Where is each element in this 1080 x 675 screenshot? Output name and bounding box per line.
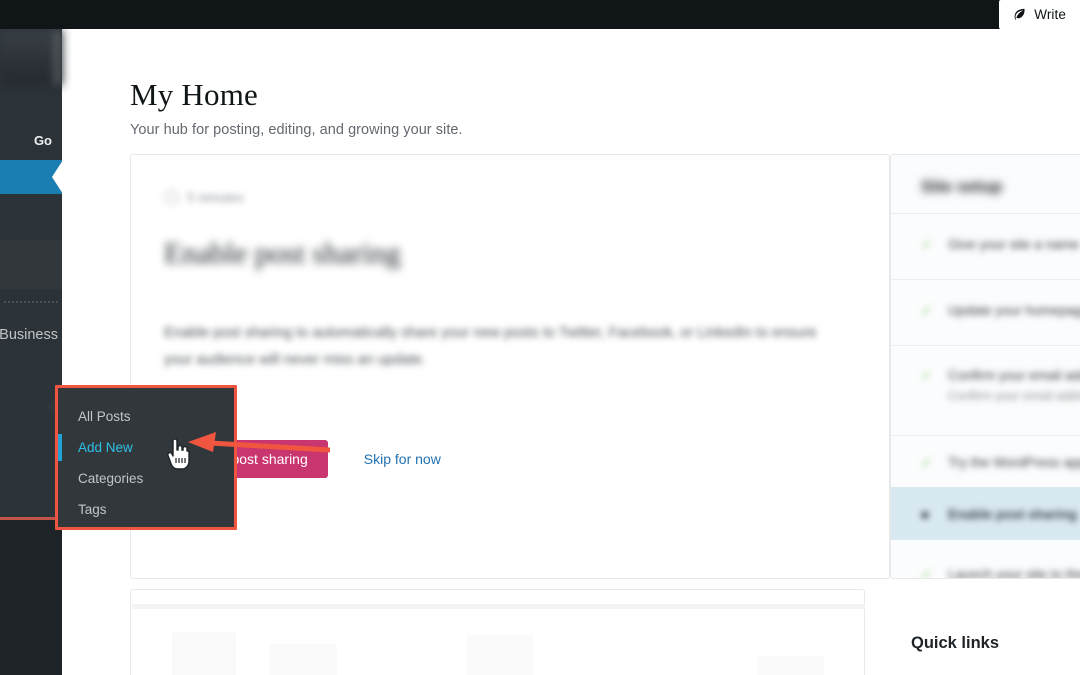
site-setup-item-sub: Confirm your email address	[948, 389, 1080, 403]
sidebar-group-2[interactable]	[0, 240, 62, 289]
page-title: My Home	[130, 77, 258, 112]
flyout-item-tags[interactable]: Tags	[58, 494, 234, 525]
site-setup-item-current[interactable]: ■ Enable post sharing	[921, 507, 1077, 522]
site-setup-item-label: Update your homepage	[948, 303, 1080, 318]
check-icon: ✓	[921, 455, 932, 470]
task-duration-label: 5 minutes	[187, 190, 244, 205]
sidebar-active-item[interactable]	[0, 160, 63, 194]
placeholder-block	[758, 656, 824, 675]
task-duration: 5 minutes	[164, 190, 243, 205]
site-setup-panel: Site setup ✓ Give your site a name ✓ Upd…	[890, 154, 1080, 579]
sidebar-plan-label[interactable]: Business	[0, 323, 62, 347]
page-subtitle: Your hub for posting, editing, and growi…	[130, 121, 463, 138]
sidebar-group-1[interactable]	[0, 194, 62, 240]
sidebar-header-edge	[53, 31, 62, 85]
flyout-item-add-new[interactable]: Add New	[58, 432, 234, 463]
site-setup-item[interactable]: ✓ Launch your site to the world	[921, 567, 1080, 579]
flyout-item-categories[interactable]: Categories	[58, 463, 234, 494]
masthead: Write	[0, 0, 1080, 29]
share-icon: ■	[921, 507, 929, 522]
sidebar-item-go[interactable]: Go	[0, 123, 62, 157]
sidebar-plan-text: Business	[0, 327, 58, 343]
write-button-label: Write	[1034, 7, 1066, 22]
site-setup-item-label: Give your site a name	[948, 237, 1080, 252]
flyout-item-label: Add New	[78, 440, 133, 455]
flyout-panel: All Posts Add New Categories Tags	[47, 388, 234, 527]
check-icon: ✓	[921, 368, 932, 383]
check-icon: ✓	[921, 237, 932, 252]
site-setup-item-label: Enable post sharing	[948, 507, 1078, 522]
site-setup-item[interactable]: ✓ Update your homepage	[921, 303, 1080, 318]
admin-sidebar[interactable]: Go Business	[0, 29, 63, 675]
site-setup-item-label: Launch your site to the world	[948, 567, 1080, 579]
main-content: My Home Your hub for posting, editing, a…	[62, 29, 1080, 675]
site-setup-item[interactable]: ✓ Confirm your email address Confirm you…	[921, 368, 1080, 403]
site-setup-title: Site setup	[921, 177, 1003, 196]
site-setup-item[interactable]: ✓ Try the WordPress app	[921, 455, 1080, 470]
task-card: 5 minutes Enable post sharing Enable pos…	[130, 154, 890, 579]
flyout-item-label: Tags	[78, 502, 107, 517]
flyout-item-all-posts[interactable]: All Posts	[58, 401, 234, 432]
skip-for-now-link[interactable]: Skip for now	[364, 451, 441, 467]
sidebar-group-5[interactable]	[0, 520, 62, 675]
clock-icon	[164, 190, 179, 205]
placeholder-block	[269, 644, 337, 675]
page-header: My Home Your hub for posting, editing, a…	[130, 77, 830, 138]
task-body: Enable post sharing to automatically sha…	[164, 325, 817, 368]
placeholder-block	[467, 635, 533, 675]
panel-divider	[891, 279, 1080, 280]
sidebar-group-4[interactable]	[0, 349, 62, 517]
flyout-item-label: Categories	[78, 471, 144, 486]
write-button[interactable]: Write	[999, 0, 1080, 29]
check-icon: ✓	[921, 567, 932, 579]
site-setup-item-label: Try the WordPress app	[948, 455, 1080, 470]
app-screen: Write Go Business My Home Your hub for p…	[0, 0, 1080, 675]
sidebar-go-label: Go	[33, 132, 52, 148]
task-heading: Enable post sharing	[164, 237, 401, 270]
sidebar-divider	[4, 301, 58, 303]
flyout-item-label: All Posts	[78, 409, 131, 424]
placeholder-top-bar	[132, 604, 865, 609]
site-setup-item[interactable]: ✓ Give your site a name	[921, 237, 1079, 252]
check-icon: ✓	[921, 303, 932, 318]
panel-divider	[891, 345, 1080, 346]
panel-divider	[891, 213, 1080, 214]
placeholder-card	[130, 589, 865, 675]
site-setup-item-label: Confirm your email address	[948, 368, 1080, 383]
panel-divider	[891, 435, 1080, 436]
placeholder-block	[172, 632, 236, 675]
quick-links-title: Quick links	[911, 634, 1000, 652]
leaf-icon	[1014, 8, 1025, 20]
